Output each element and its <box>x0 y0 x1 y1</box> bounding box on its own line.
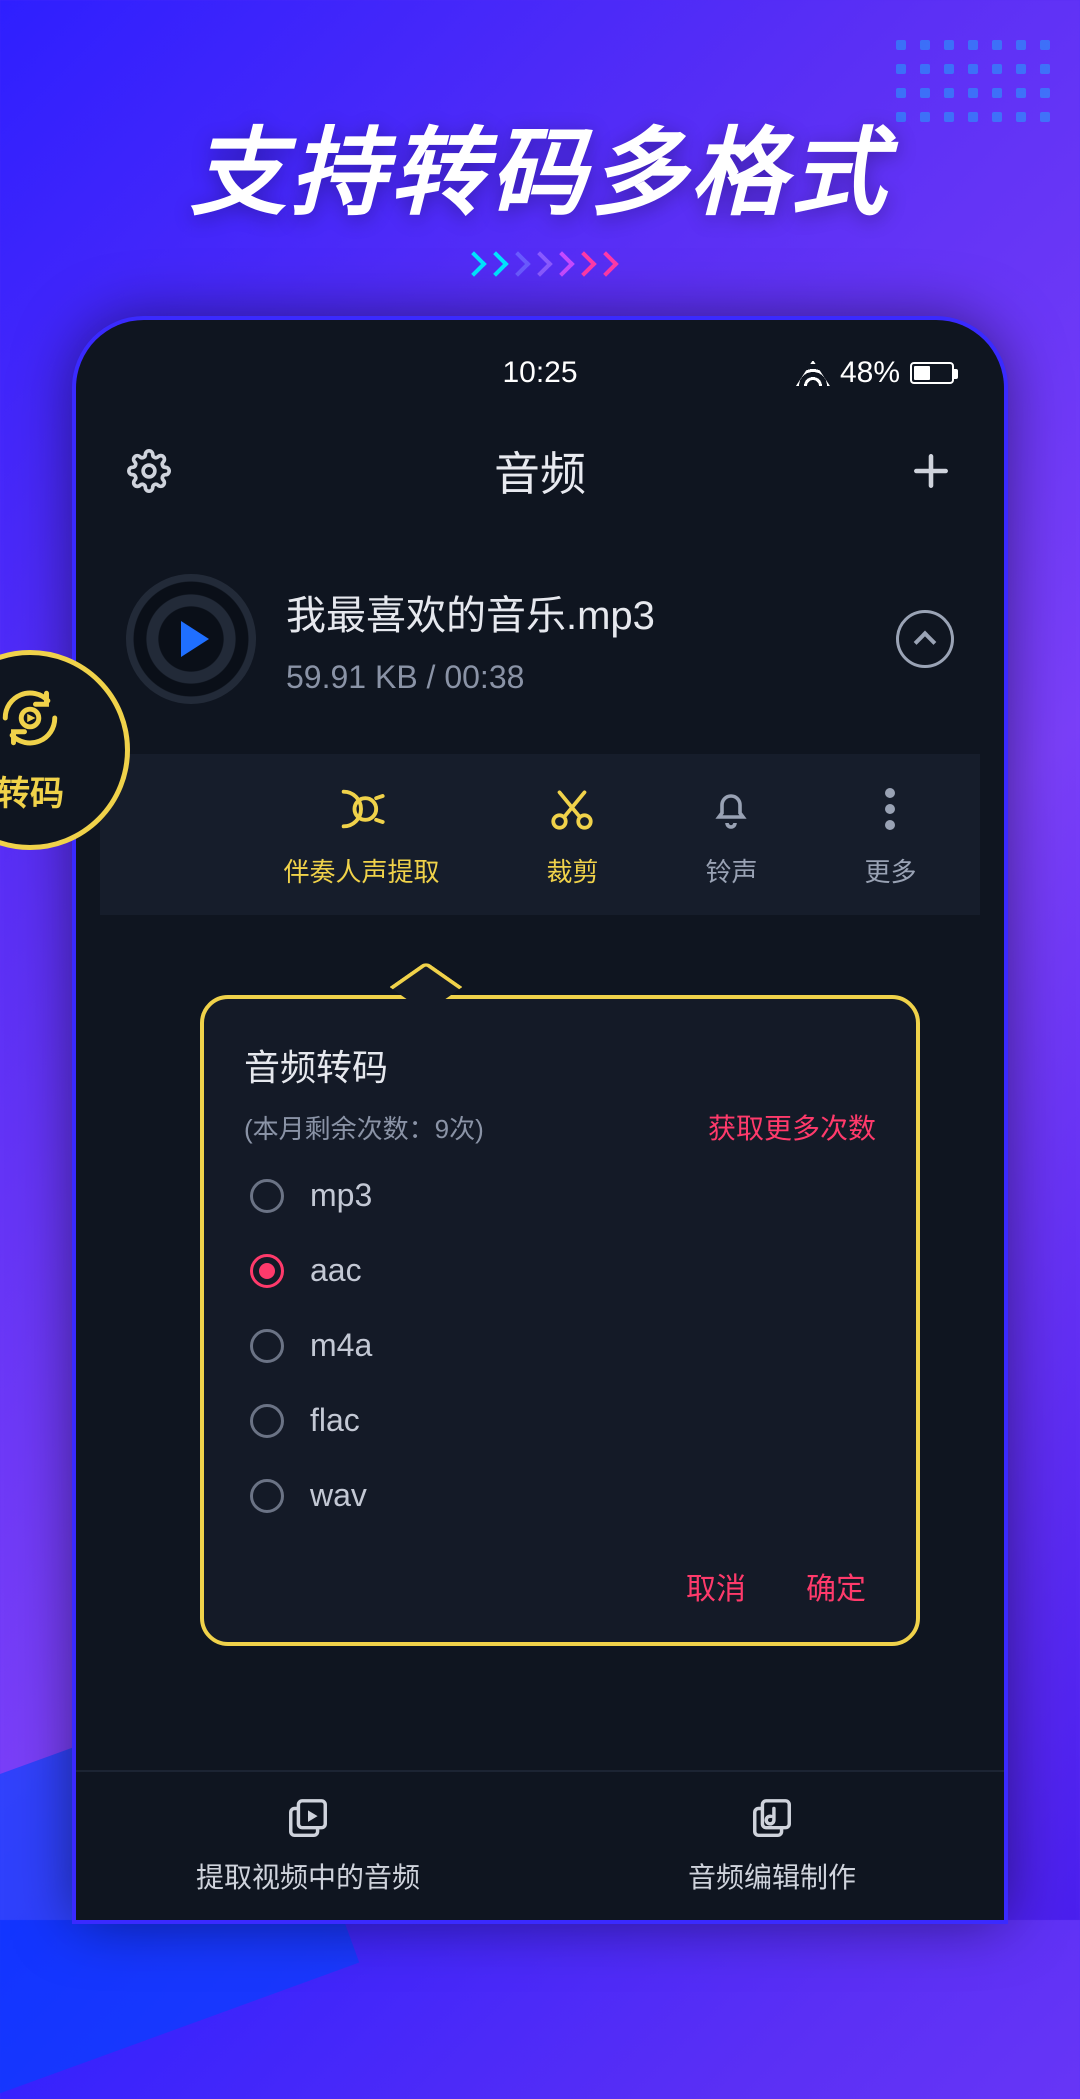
confirm-button[interactable]: 确定 <box>806 1564 866 1608</box>
more-icon <box>883 782 897 836</box>
action-label: 裁剪 <box>546 852 598 889</box>
add-button[interactable] <box>908 448 954 494</box>
action-vocal-extract[interactable]: 伴奏人声提取 <box>283 782 439 889</box>
format-radio-list: mp3 aac m4a flac wav <box>244 1177 876 1514</box>
transcode-icon <box>0 685 63 756</box>
action-ringtone[interactable]: 铃声 <box>705 782 757 889</box>
tab-audio-edit[interactable]: 音频编辑制作 <box>540 1772 1004 1920</box>
settings-button[interactable] <box>126 448 172 494</box>
battery-percent: 48% <box>840 356 900 390</box>
bottom-tabs: 提取视频中的音频 音频编辑制作 <box>76 1770 1004 1920</box>
tab-extract-audio[interactable]: 提取视频中的音频 <box>76 1772 540 1920</box>
action-trim[interactable]: 裁剪 <box>546 782 598 889</box>
transcode-dialog: 音频转码 (本月剩余次数：9次) 获取更多次数 mp3 aac m4a flac… <box>200 995 920 1646</box>
wifi-icon <box>796 360 830 386</box>
remaining-count: (本月剩余次数：9次) <box>244 1109 484 1146</box>
audio-item[interactable]: 我最喜欢的音乐.mp3 59.91 KB / 00:38 <box>100 574 980 704</box>
radio-mp3[interactable]: mp3 <box>250 1177 876 1214</box>
transcode-label: 转码 <box>0 766 64 815</box>
bell-icon <box>707 782 755 836</box>
radio-m4a[interactable]: m4a <box>250 1327 876 1364</box>
radio-flac[interactable]: flac <box>250 1402 876 1439</box>
tab-label: 提取视频中的音频 <box>196 1856 420 1896</box>
scissors-icon <box>547 782 597 836</box>
disc-play-icon[interactable] <box>126 574 256 704</box>
status-bar: 10:25 48% <box>100 356 980 390</box>
battery-icon <box>910 362 954 384</box>
cancel-button[interactable]: 取消 <box>686 1564 746 1608</box>
decorative-chevrons <box>465 255 615 273</box>
action-more[interactable]: 更多 <box>864 782 916 889</box>
hero-title: 支持转码多格式 <box>0 95 1080 234</box>
get-more-link[interactable]: 获取更多次数 <box>708 1107 876 1147</box>
collapse-button[interactable] <box>896 610 954 668</box>
page-title: 音频 <box>494 438 586 504</box>
navbar: 音频 <box>100 438 980 504</box>
radio-aac[interactable]: aac <box>250 1252 876 1289</box>
dialog-title: 音频转码 <box>244 1039 876 1091</box>
action-row: 伴奏人声提取 裁剪 铃声 更多 <box>100 754 980 915</box>
vocal-extract-icon <box>335 782 387 836</box>
audio-edit-icon <box>748 1796 796 1844</box>
radio-wav[interactable]: wav <box>250 1477 876 1514</box>
audio-meta: 59.91 KB / 00:38 <box>286 659 866 696</box>
action-label: 铃声 <box>705 852 757 889</box>
extract-video-icon <box>284 1796 332 1844</box>
status-time: 10:25 <box>502 356 577 390</box>
tab-label: 音频编辑制作 <box>688 1856 856 1896</box>
audio-filename: 我最喜欢的音乐.mp3 <box>286 583 866 641</box>
action-label: 伴奏人声提取 <box>283 852 439 889</box>
action-label: 更多 <box>864 852 916 889</box>
phone-frame: 10:25 48% 音频 我最喜欢的音乐.mp3 59.91 KB / 00:3… <box>76 320 1004 1920</box>
